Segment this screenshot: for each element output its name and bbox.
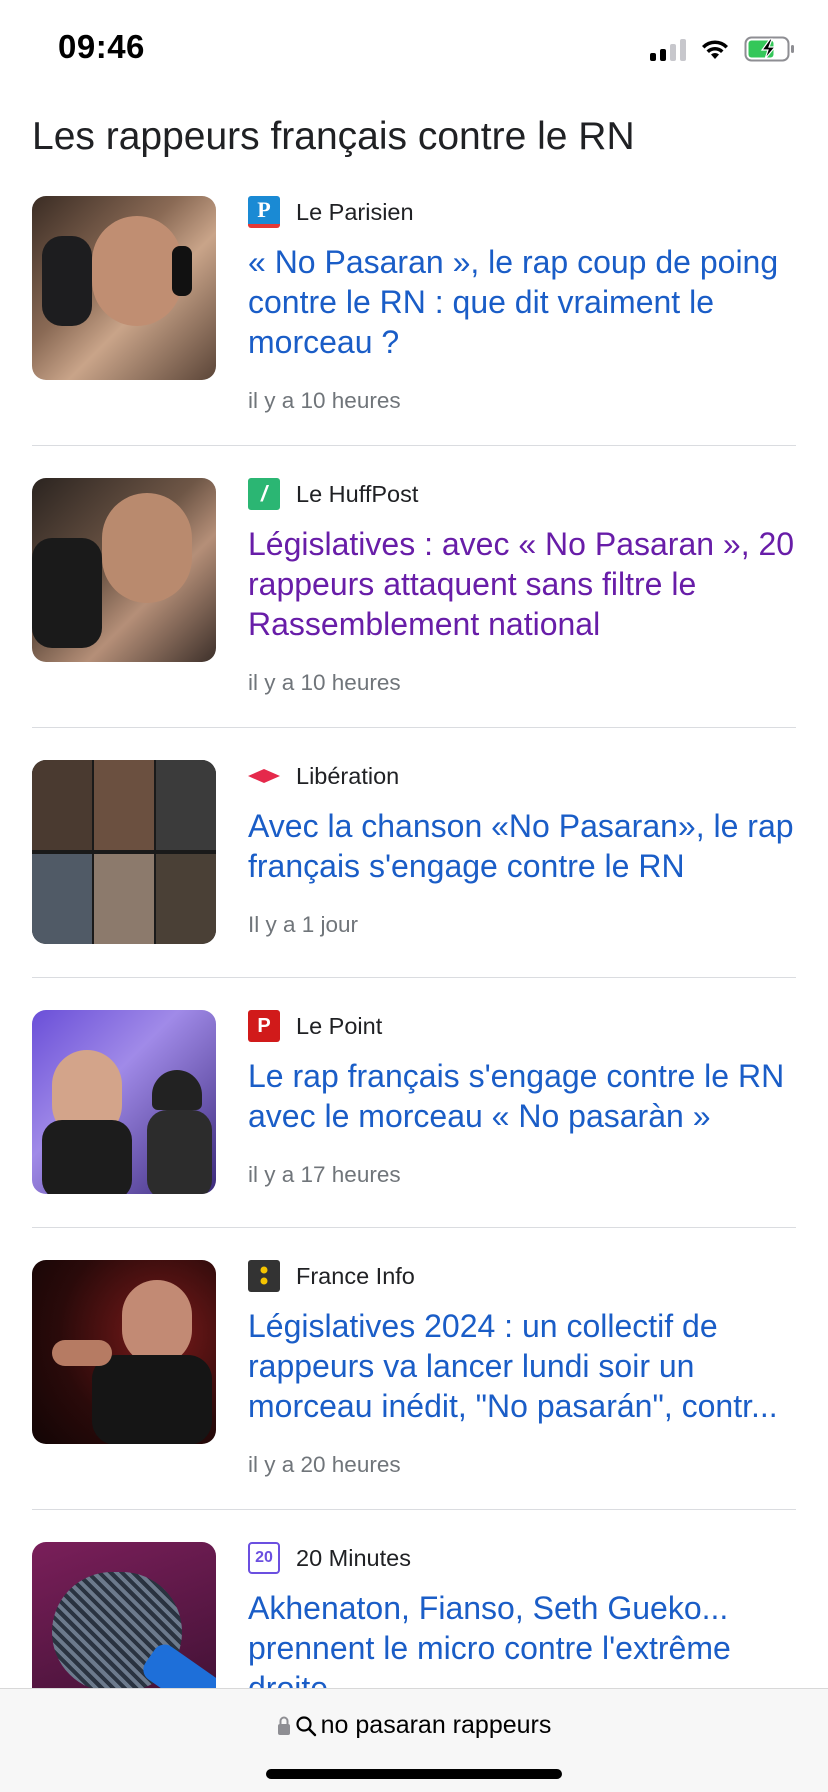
article-headline-link[interactable]: « No Pasaran », le rap coup de poing con… xyxy=(248,242,796,362)
france-info-logo xyxy=(248,1260,280,1292)
source-name: Le HuffPost xyxy=(296,480,419,507)
source-name: France Info xyxy=(296,1262,415,1289)
source-name: Libération xyxy=(296,762,400,789)
status-time: 09:46 xyxy=(58,28,145,65)
source-name: Le Point xyxy=(296,1012,383,1039)
article-thumbnail[interactable] xyxy=(32,196,216,380)
status-icons xyxy=(650,36,796,62)
article-thumbnail[interactable] xyxy=(32,1010,216,1194)
article-thumbnail[interactable] xyxy=(32,478,216,662)
article-timestamp: Il y a 1 jour xyxy=(248,912,359,937)
liberation-logo xyxy=(248,760,280,792)
page-title: Les rappeurs français contre le RN xyxy=(32,115,635,158)
article-source: Libération xyxy=(248,760,796,792)
article-timestamp: il y a 17 heures xyxy=(248,1162,401,1187)
article-timestamp: il y a 10 heures xyxy=(248,388,401,413)
article-item[interactable]: Libération Avec la chanson «No Pasaran»,… xyxy=(32,728,796,978)
browser-address-bar[interactable]: no pasaran rappeurs xyxy=(0,1688,828,1792)
url-display[interactable]: no pasaran rappeurs xyxy=(0,1711,828,1740)
article-item[interactable]: P Le Point Le rap français s'engage cont… xyxy=(32,978,796,1228)
article-item[interactable]: France Info Législatives 2024 : un colle… xyxy=(32,1228,796,1510)
article-timestamp: il y a 10 heures xyxy=(248,670,401,695)
article-source: France Info xyxy=(248,1260,796,1292)
article-item[interactable]: P Le Parisien « No Pasaran », le rap cou… xyxy=(32,196,796,446)
battery-charging-icon xyxy=(744,36,794,62)
article-timestamp: il y a 20 heures xyxy=(248,1452,401,1477)
article-source: / Le HuffPost xyxy=(248,478,796,510)
url-text: no pasaran rappeurs xyxy=(320,1711,552,1739)
source-name: Le Parisien xyxy=(296,198,414,225)
article-headline-link[interactable]: Le rap français s'engage contre le RN av… xyxy=(248,1056,796,1136)
home-indicator[interactable] xyxy=(266,1769,562,1779)
article-list: P Le Parisien « No Pasaran », le rap cou… xyxy=(32,196,796,1760)
search-icon xyxy=(296,1715,316,1736)
article-source: 20 20 Minutes xyxy=(248,1542,796,1574)
article-headline-link[interactable]: Législatives 2024 : un collectif de rapp… xyxy=(248,1306,796,1426)
article-source: P Le Parisien xyxy=(248,196,796,228)
20-minutes-logo: 20 xyxy=(248,1542,280,1574)
le-parisien-logo: P xyxy=(248,196,280,228)
huffpost-logo: / xyxy=(248,478,280,510)
source-name: 20 Minutes xyxy=(296,1544,411,1571)
le-point-logo: P xyxy=(248,1010,280,1042)
status-bar: 09:46 xyxy=(0,0,828,100)
cellular-signal-icon xyxy=(650,37,686,61)
article-headline-link[interactable]: Législatives : avec « No Pasaran », 20 r… xyxy=(248,524,796,644)
article-thumbnail[interactable] xyxy=(32,1260,216,1444)
lock-icon xyxy=(277,1716,290,1735)
article-headline-link[interactable]: Avec la chanson «No Pasaran», le rap fra… xyxy=(248,806,796,886)
article-item[interactable]: / Le HuffPost Législatives : avec « No P… xyxy=(32,446,796,728)
wifi-icon xyxy=(702,40,728,59)
article-source: P Le Point xyxy=(248,1010,796,1042)
article-thumbnail[interactable] xyxy=(32,760,216,944)
